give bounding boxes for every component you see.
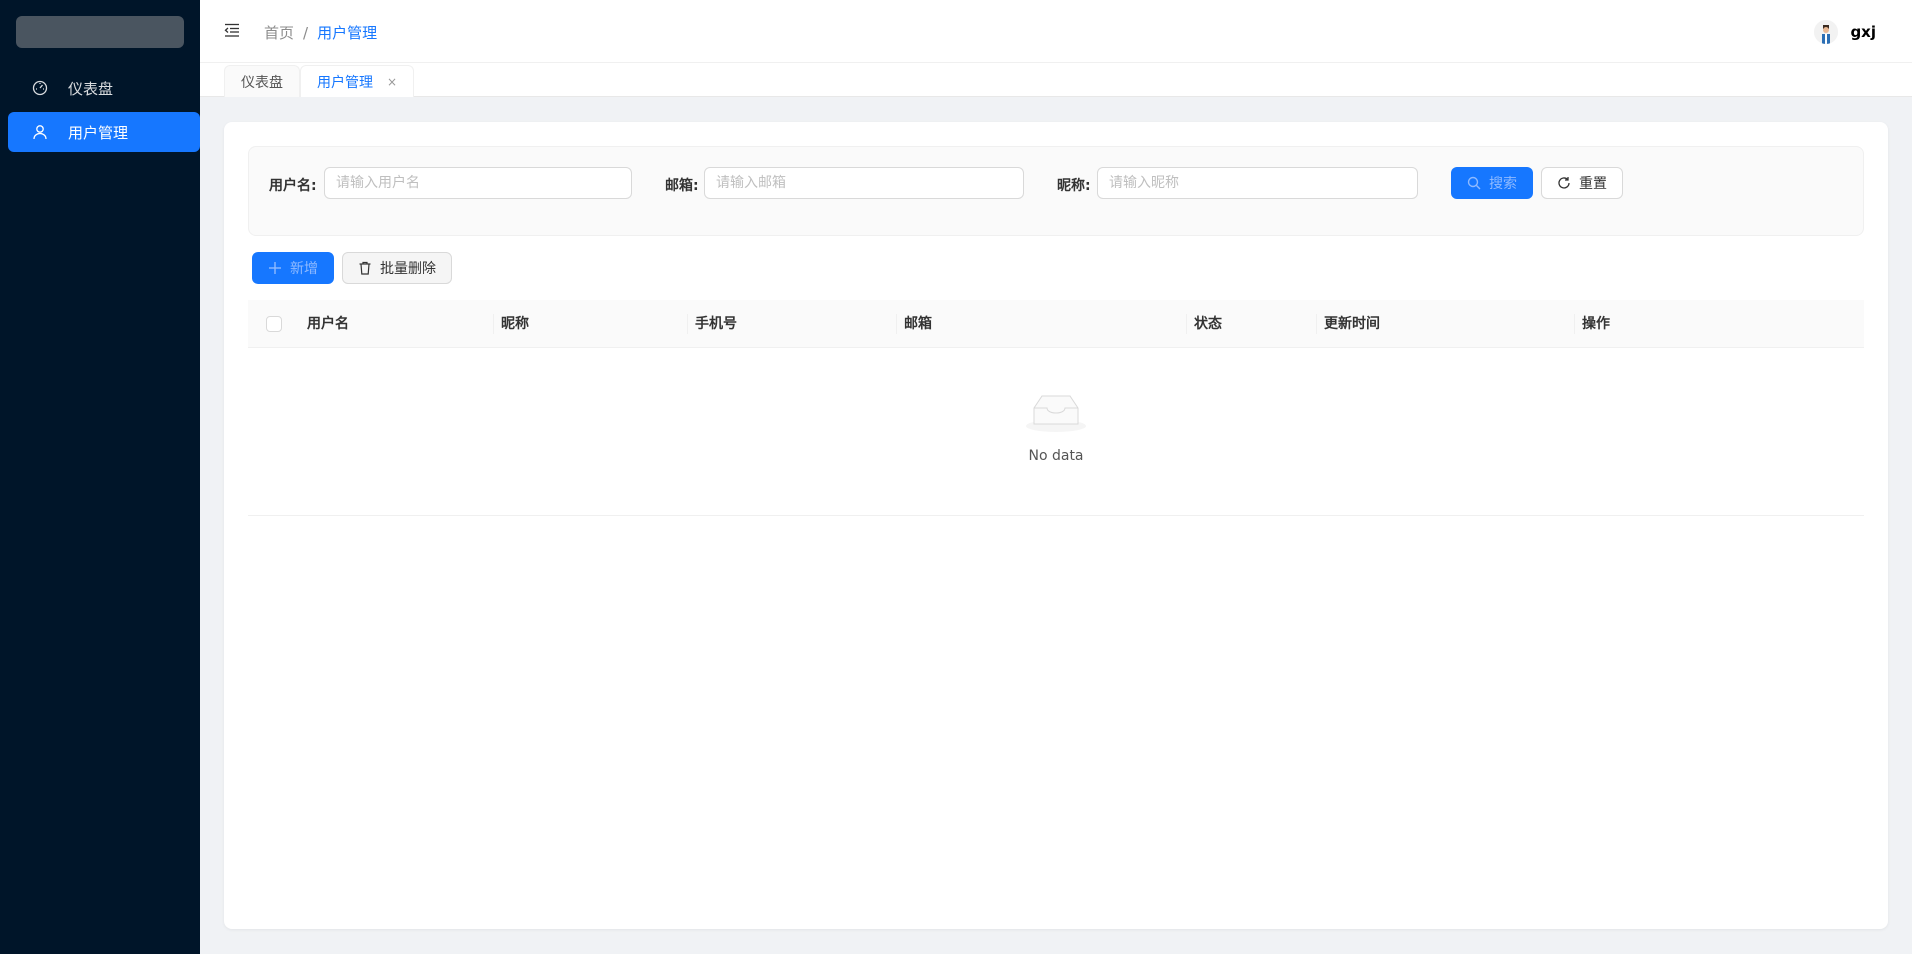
menu-fold-icon[interactable] bbox=[224, 22, 240, 38]
column-header-actions: 操作 bbox=[1582, 316, 1610, 332]
reload-icon bbox=[1557, 176, 1571, 190]
column-header-nickname[interactable]: 昵称 bbox=[501, 300, 529, 348]
empty-text: No data bbox=[1028, 448, 1084, 464]
column-divider bbox=[493, 314, 494, 334]
plus-icon bbox=[268, 261, 282, 275]
column-header-status[interactable]: 状态 bbox=[1194, 300, 1222, 348]
batch-delete-button[interactable]: 批量删除 bbox=[342, 252, 452, 284]
search-icon bbox=[1467, 176, 1481, 190]
username: gxj bbox=[1850, 23, 1876, 41]
reset-button[interactable]: 重置 bbox=[1541, 167, 1623, 199]
nickname-label: 昵称: bbox=[1057, 178, 1091, 194]
tab-label: 用户管理 bbox=[317, 74, 373, 91]
tab-user-management[interactable]: 用户管理 × bbox=[300, 65, 415, 97]
reset-button-label: 重置 bbox=[1579, 176, 1607, 192]
breadcrumb-home[interactable]: 首页 bbox=[264, 22, 294, 43]
empty-inbox-icon bbox=[1024, 392, 1088, 433]
search-form: 用户名: 邮箱: 昵称: 搜索 重置 bbox=[248, 146, 1864, 236]
header: 首页 / 用户管理 gxj bbox=[200, 0, 1912, 63]
close-icon[interactable]: × bbox=[387, 75, 397, 89]
column-header-updated-time[interactable]: 更新时间 bbox=[1324, 300, 1380, 348]
sidebar: 仪表盘 用户管理 bbox=[0, 0, 200, 954]
username-label: 用户名: bbox=[269, 178, 317, 194]
username-input[interactable] bbox=[324, 167, 632, 199]
select-all-checkbox[interactable] bbox=[266, 316, 282, 332]
breadcrumb-current: 用户管理 bbox=[317, 24, 378, 42]
breadcrumb-separator: / bbox=[303, 23, 309, 42]
breadcrumb: 首页 / 用户管理 bbox=[264, 22, 377, 43]
column-header-email[interactable]: 邮箱 bbox=[904, 300, 932, 348]
avatar bbox=[1814, 20, 1839, 44]
column-divider bbox=[1316, 314, 1317, 334]
email-input[interactable] bbox=[704, 167, 1024, 199]
nickname-input[interactable] bbox=[1097, 167, 1418, 199]
search-button-label: 搜索 bbox=[1489, 176, 1517, 192]
table-header: 用户名 昵称 手机号 邮箱 状态 更新时间 操作 bbox=[248, 300, 1864, 348]
column-divider bbox=[1186, 314, 1187, 334]
column-divider bbox=[896, 314, 897, 334]
tabs-bar: 仪表盘 用户管理 × bbox=[200, 63, 1912, 97]
sidebar-item-label: 用户管理 bbox=[68, 123, 129, 142]
add-button-label: 新增 bbox=[290, 261, 318, 277]
email-label: 邮箱: bbox=[665, 178, 699, 194]
delete-icon bbox=[358, 261, 372, 275]
main-content: 用户名: 邮箱: 昵称: 搜索 重置 新增 批量删除 bbox=[224, 122, 1888, 929]
tab-label: 仪表盘 bbox=[241, 74, 283, 91]
user-menu[interactable]: gxj bbox=[1814, 20, 1876, 44]
column-divider bbox=[687, 314, 688, 334]
sidebar-item-users[interactable]: 用户管理 bbox=[8, 112, 200, 152]
column-divider bbox=[1574, 314, 1575, 334]
tab-dashboard[interactable]: 仪表盘 bbox=[224, 65, 300, 97]
sidebar-item-dashboard[interactable]: 仪表盘 bbox=[8, 68, 200, 108]
column-header-username[interactable]: 用户名 bbox=[307, 300, 349, 348]
user-table: 用户名 昵称 手机号 邮箱 状态 更新时间 操作 No data bbox=[248, 300, 1864, 516]
batch-delete-label: 批量删除 bbox=[380, 261, 436, 277]
search-button[interactable]: 搜索 bbox=[1451, 167, 1533, 199]
dashboard-icon bbox=[32, 80, 48, 96]
empty-state: No data bbox=[248, 348, 1864, 516]
column-header-phone[interactable]: 手机号 bbox=[695, 300, 737, 348]
user-icon bbox=[32, 124, 48, 140]
sidebar-item-label: 仪表盘 bbox=[68, 79, 114, 98]
add-user-button[interactable]: 新增 bbox=[252, 252, 334, 284]
logo bbox=[16, 16, 184, 48]
